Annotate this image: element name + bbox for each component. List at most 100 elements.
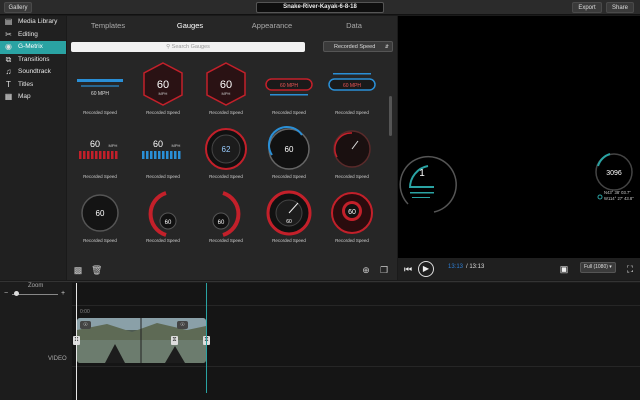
music-note-icon: ♫ (5, 67, 12, 76)
gauge-thumbnail[interactable]: 60 Recorded Speed (197, 189, 255, 249)
clip-end-marker (206, 283, 207, 393)
gauge-label: Recorded Speed (335, 110, 369, 115)
preview-viewer[interactable]: 1 3096 N43° 38' 03.7" W114° 27' 43.8" (398, 16, 640, 258)
gauge-thumbnail[interactable]: 60 MPH Recorded Speed (323, 61, 381, 121)
layers-icon[interactable]: ❐ (379, 265, 389, 275)
svg-text:60: 60 (165, 220, 172, 226)
playhead[interactable] (76, 283, 77, 400)
titles-icon: T (6, 79, 11, 89)
track-divider (72, 366, 640, 367)
trash-icon[interactable]: 🗑 (91, 265, 102, 275)
svg-text:60: 60 (90, 139, 100, 149)
gauge-label: Recorded Speed (272, 238, 306, 243)
panel-tabs: Templates Gauges Appearance Data (67, 16, 397, 36)
gauge-thumbnail[interactable]: 60 Recorded Speed (260, 125, 318, 185)
sidebar-item-editing[interactable]: ✂ Editing (0, 29, 66, 42)
quality-select[interactable]: Full (1080) ▾ (580, 262, 616, 273)
svg-text:60: 60 (157, 79, 169, 91)
zoom-out-icon[interactable]: − (4, 290, 8, 297)
map-icon: ▦ (4, 92, 13, 101)
tab-appearance[interactable]: Appearance (231, 16, 313, 36)
svg-text:60: 60 (348, 209, 356, 216)
sidebar-item-g-metrix[interactable]: ◉ G-Metrix (0, 41, 66, 54)
add-circle-icon[interactable]: ⊕ (361, 265, 371, 275)
gauge-preview: 62 (205, 128, 247, 170)
gauge-label: Recorded Speed (209, 238, 243, 243)
current-time: 13:13 (448, 264, 464, 270)
gauge-thumbnail[interactable]: 60 Recorded Speed (71, 189, 129, 249)
play-button[interactable]: ▶ (418, 261, 434, 277)
gauge-thumbnail[interactable]: 60 Recorded Speed (323, 189, 381, 249)
right-gauge-value: 3096 (606, 170, 622, 177)
panel-scrollbar[interactable] (389, 96, 392, 136)
add-overlay-icon[interactable]: ▩ (73, 265, 83, 275)
svg-text:60: 60 (153, 139, 163, 149)
gauge-thumbnail[interactable]: 60 Recorded Speed (134, 189, 192, 249)
gauge-label: Recorded Speed (83, 110, 117, 115)
sidebar-item-transitions[interactable]: ⧉ Transitions (0, 54, 66, 67)
zoom-in-icon[interactable]: + (61, 290, 65, 297)
clip-split-handle[interactable]: ⧖ (171, 336, 178, 345)
project-title-field[interactable]: Snake-River-Kayak-6-8-18 (256, 2, 384, 13)
gauge-label: Recorded Speed (209, 110, 243, 115)
gauge-label: Recorded Speed (209, 174, 243, 179)
sidebar-item-media-library[interactable]: ▤ Media Library (0, 16, 66, 29)
gauge-thumbnail[interactable]: 60 MPH Recorded Speed (134, 125, 192, 185)
gallery-button[interactable]: Gallery (4, 2, 32, 13)
svg-text:60 MPH: 60 MPH (91, 91, 109, 97)
clip-gmetrix-badge-icon: ☉ (177, 321, 188, 329)
sidebar-item-soundtrack[interactable]: ♫ Soundtrack (0, 66, 66, 79)
tab-data[interactable]: Data (313, 16, 395, 36)
gauge-thumbnail[interactable]: 60 Recorded Speed (260, 189, 318, 249)
gauge-thumbnail[interactable]: 60 MPH Recorded Speed (71, 125, 129, 185)
gauge-preview: 60MPH (143, 62, 183, 106)
svg-text:62: 62 (222, 145, 231, 154)
gauge-preview: 60 (212, 191, 241, 237)
gauge-thumbnail[interactable]: Recorded Speed (323, 125, 381, 185)
share-button[interactable]: Share (606, 2, 634, 13)
sidebar-item-titles[interactable]: T Titles (0, 79, 66, 92)
tab-gauges[interactable]: Gauges (149, 16, 231, 36)
gauge-preview: 60 MPH (79, 139, 118, 159)
svg-text:60: 60 (285, 145, 294, 154)
gauge-label: Recorded Speed (272, 110, 306, 115)
gauge-thumbnail[interactable]: 60 MPH Recorded Speed (197, 61, 255, 121)
gauge-thumbnail[interactable]: 60 MPH Recorded Speed (260, 61, 318, 121)
gauge-preview: 60 MPH (328, 73, 376, 91)
sidebar-item-map[interactable]: ▦ Map (0, 91, 66, 104)
fullscreen-icon[interactable]: ⛶ (624, 263, 636, 275)
svg-text:60: 60 (218, 220, 225, 226)
svg-text:60: 60 (96, 209, 105, 218)
gauge-thumbnail[interactable]: 60 MPH Recorded Speed (134, 61, 192, 121)
sidebar-item-label: Transitions (18, 55, 50, 63)
search-placeholder: Search Gauges (171, 44, 210, 50)
gauge-thumbnail[interactable]: 60 MPH Recorded Speed (71, 61, 129, 121)
right-coord-1: N43° 38' 03.7" (604, 190, 631, 195)
preview-overlay: 1 3096 N43° 38' 03.7" W114° 27' 43.8" (399, 153, 634, 213)
timeline-time-marker: 0:00 (80, 309, 90, 315)
svg-text:60 MPH: 60 MPH (280, 83, 298, 89)
clip-gmetrix-badge-icon: ☉ (80, 321, 91, 329)
gauge-preview: 60 (81, 194, 119, 232)
camera-icon[interactable]: ▣ (558, 263, 570, 275)
panel-footer: ▩ 🗑 ⊕ ❐ (67, 262, 397, 280)
data-filter-select[interactable]: Recorded Speed ⇵ (323, 41, 393, 52)
gauge-thumbnail[interactable]: 62 Recorded Speed (197, 125, 255, 185)
top-toolbar: Gallery Snake-River-Kayak-6-8-18 Export … (0, 0, 640, 15)
transitions-icon: ⧉ (5, 54, 12, 64)
gauge-label: Recorded Speed (146, 238, 180, 243)
export-button[interactable]: Export (572, 2, 602, 13)
quality-value: Full (1080) (584, 264, 608, 270)
preview-left-gauge: 1 (399, 155, 457, 213)
tab-templates[interactable]: Templates (67, 16, 149, 36)
left-gauge-value: 1 (419, 168, 425, 179)
app-window: Gallery Snake-River-Kayak-6-8-18 Export … (0, 0, 640, 400)
sidebar: ▤ Media Library ✂ Editing ◉ G-Metrix ⧉ Transiti… (0, 16, 66, 280)
video-track-label: VIDEO (48, 356, 67, 362)
search-input[interactable]: ⚲ Search Gauges (71, 42, 305, 52)
gauge-label: Recorded Speed (146, 174, 180, 179)
gauge-label: Recorded Speed (146, 110, 180, 115)
svg-text:MPH: MPH (109, 143, 118, 148)
svg-text:MPH: MPH (222, 91, 231, 96)
skip-back-icon[interactable]: ⏮ (402, 263, 414, 275)
